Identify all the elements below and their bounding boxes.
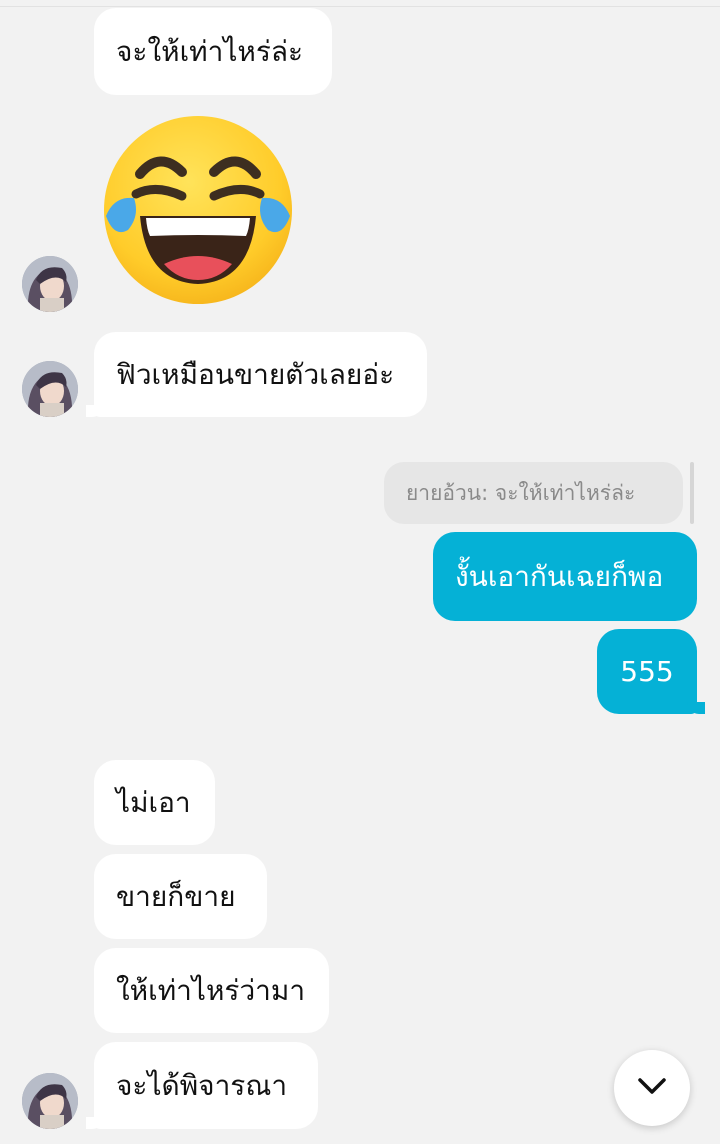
laughing-with-tears-emoji[interactable] xyxy=(100,112,296,308)
contact-avatar[interactable] xyxy=(22,361,78,417)
message-text: งั้นเอากันเฉยก็พอ xyxy=(455,559,664,593)
top-divider xyxy=(0,6,720,7)
contact-avatar[interactable] xyxy=(22,1073,78,1129)
message-bubble-incoming[interactable]: จะได้พิจารณา xyxy=(86,1042,318,1129)
message-bubble-incoming[interactable]: ให้เท่าไหร่ว่ามา xyxy=(94,948,329,1033)
message-text: จะได้พิจารณา xyxy=(116,1068,288,1102)
message-text: จะให้เท่าไหร่ล่ะ xyxy=(116,34,304,68)
message-bubble-incoming[interactable]: ไม่เอา xyxy=(94,760,215,845)
contact-avatar[interactable] xyxy=(22,256,78,312)
reply-quote-text: ยายอ้วน: จะให้เท่าไหร่ล่ะ xyxy=(406,480,636,505)
reply-indicator-bar xyxy=(690,462,694,524)
message-text: ฟิวเหมือนขายตัวเลยอ่ะ xyxy=(116,357,395,391)
scroll-to-bottom-button[interactable] xyxy=(614,1050,690,1126)
message-bubble-incoming[interactable]: ฟิวเหมือนขายตัวเลยอ่ะ xyxy=(86,332,427,417)
message-text: ขายก็ขาย xyxy=(116,879,236,913)
message-text: ไม่เอา xyxy=(116,785,191,819)
reply-quote[interactable]: ยายอ้วน: จะให้เท่าไหร่ล่ะ xyxy=(384,462,683,524)
message-text: 555 xyxy=(620,655,674,688)
chevron-down-icon xyxy=(636,1076,668,1100)
message-bubble-incoming[interactable]: จะให้เท่าไหร่ล่ะ xyxy=(94,8,332,95)
message-text: ให้เท่าไหร่ว่ามา xyxy=(116,973,306,1007)
message-bubble-outgoing[interactable]: 555 xyxy=(597,629,705,714)
message-bubble-outgoing[interactable]: งั้นเอากันเฉยก็พอ xyxy=(433,532,697,621)
message-bubble-incoming[interactable]: ขายก็ขาย xyxy=(94,854,267,939)
